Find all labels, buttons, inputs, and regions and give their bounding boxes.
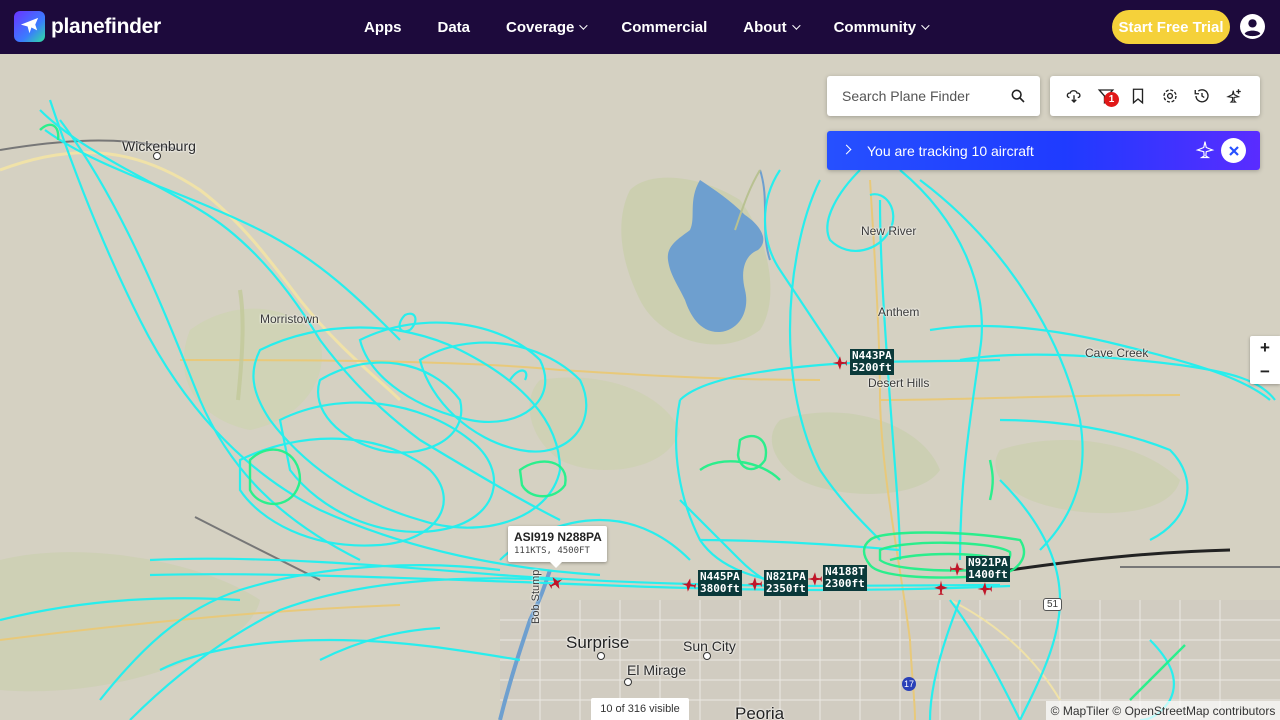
start-free-trial-button[interactable]: Start Free Trial — [1112, 10, 1230, 44]
aircraft-icon[interactable] — [932, 579, 950, 597]
place-surprise: Surprise — [566, 633, 630, 652]
logo-plane-icon — [14, 11, 45, 42]
aircraft-icon[interactable] — [831, 354, 849, 372]
search-bar — [827, 76, 1040, 116]
nav-coverage[interactable]: Coverage — [506, 19, 589, 36]
popup-speed-altitude: 111KTS, 4500FT — [514, 546, 590, 556]
zoom-control: + − — [1250, 336, 1280, 384]
route-51-shield: 51 — [1043, 598, 1063, 611]
aircraft-label-n443pa[interactable]: N443PA 5200ft — [850, 349, 894, 375]
aircraft-label-n445pa[interactable]: N445PA 3800ft — [698, 570, 742, 596]
aircraft-label-n921pa[interactable]: N921PA 1400ft — [966, 556, 1010, 582]
zoom-in-button[interactable]: + — [1250, 336, 1280, 360]
search-icon[interactable] — [1010, 88, 1026, 104]
chevron-down-icon — [579, 21, 589, 30]
town-dot — [153, 152, 161, 160]
nav-about[interactable]: About — [743, 19, 801, 36]
add-plane-icon[interactable] — [1225, 87, 1243, 105]
aircraft-icon[interactable] — [976, 580, 994, 598]
tracking-status-text: You are tracking 10 aircraft — [867, 143, 1034, 159]
place-el-mirage: El Mirage — [627, 662, 687, 678]
place-sun-city: Sun City — [683, 638, 736, 654]
zoom-out-button[interactable]: − — [1250, 360, 1280, 384]
place-morristown: Morristown — [260, 312, 319, 326]
chevron-down-icon — [921, 21, 930, 30]
map-toolbar — [1050, 76, 1260, 116]
map-attribution[interactable]: © MapTiler © OpenStreetMap contributors — [1046, 701, 1280, 720]
town-dot — [597, 652, 605, 660]
main-nav: Apps Data Coverage Commercial About Comm… — [364, 0, 963, 54]
nav-apps[interactable]: Apps — [364, 19, 402, 36]
aircraft-icon-selected[interactable] — [547, 574, 565, 592]
tracking-bar[interactable]: You are tracking 10 aircraft — [827, 131, 1260, 170]
history-icon[interactable] — [1193, 87, 1211, 105]
town-dot — [703, 652, 711, 660]
settings-icon[interactable] — [1161, 87, 1179, 105]
visible-aircraft-count: 10 of 316 visible — [591, 698, 689, 720]
aircraft-label-n821pa[interactable]: N821PA 2350ft — [764, 570, 808, 596]
place-new-river: New River — [861, 224, 917, 238]
chevron-down-icon — [791, 21, 801, 30]
place-cave-creek: Cave Creek — [1085, 346, 1149, 360]
nav-community[interactable]: Community — [834, 19, 930, 36]
popup-title: ASI919 N288PA — [514, 530, 602, 544]
plane-icon — [1195, 141, 1215, 159]
road-bob-stump: Bob Stump — [530, 569, 542, 624]
aircraft-popup[interactable]: ASI919 N288PA 111KTS, 4500FT — [508, 526, 607, 568]
place-desert-hills: Desert Hills — [868, 376, 930, 390]
town-dot — [624, 678, 632, 686]
place-anthem: Anthem — [878, 305, 920, 319]
nav-commercial[interactable]: Commercial — [621, 19, 707, 36]
planefinder-logo[interactable]: planefinder — [14, 11, 161, 42]
nav-data[interactable]: Data — [438, 19, 471, 36]
interstate-17-shield: 17 — [902, 677, 916, 691]
aircraft-label-n4188t[interactable]: N4188T 2300ft — [823, 565, 867, 591]
weather-icon[interactable] — [1065, 87, 1083, 105]
aircraft-icon[interactable] — [948, 560, 966, 578]
account-icon[interactable] — [1240, 14, 1265, 39]
chevron-right-icon[interactable] — [841, 144, 852, 155]
top-navbar: planefinder Apps Data Coverage Commercia… — [0, 0, 1280, 54]
place-peoria: Peoria — [735, 704, 785, 720]
aircraft-icon[interactable] — [680, 576, 698, 594]
logo-text: planefinder — [51, 14, 161, 38]
close-icon — [1228, 145, 1239, 156]
aircraft-icon[interactable] — [806, 570, 824, 588]
bookmark-icon[interactable] — [1129, 87, 1147, 105]
search-input[interactable] — [842, 88, 1002, 104]
aircraft-icon[interactable] — [746, 575, 764, 593]
close-tracking-button[interactable] — [1221, 138, 1246, 163]
filter-count-badge: 1 — [1104, 92, 1119, 107]
